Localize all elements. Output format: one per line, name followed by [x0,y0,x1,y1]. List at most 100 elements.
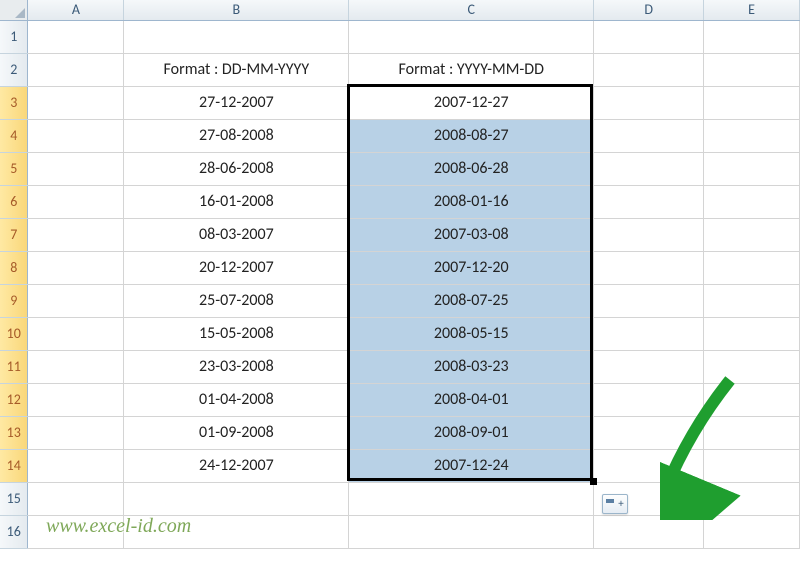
cell-A15[interactable] [28,482,124,515]
row-header-12[interactable]: 12 [0,383,28,416]
cell-E1[interactable] [704,20,800,53]
cell-E15[interactable] [704,482,800,515]
cell-D12[interactable] [594,383,704,416]
cell-B14[interactable]: 24-12-2007 [124,449,349,482]
cell-A11[interactable] [28,350,124,383]
cell-E2[interactable] [704,53,800,86]
cell-C8[interactable]: 2007-12-20 [349,251,594,284]
cell-D8[interactable] [594,251,704,284]
cell-C4[interactable]: 2008-08-27 [349,119,594,152]
row-header-15[interactable]: 15 [0,482,28,515]
row-header-9[interactable]: 9 [0,284,28,317]
row-header-13[interactable]: 13 [0,416,28,449]
row-header-7[interactable]: 7 [0,218,28,251]
cell-E10[interactable] [704,317,800,350]
cell-C5[interactable]: 2008-06-28 [349,152,594,185]
cell-C14[interactable]: 2007-12-24 [349,449,594,482]
cell-B9[interactable]: 25-07-2008 [124,284,349,317]
cell-C13[interactable]: 2008-09-01 [349,416,594,449]
cell-A2[interactable] [28,53,124,86]
cell-D13[interactable] [594,416,704,449]
cell-E16[interactable] [704,515,800,548]
cell-E9[interactable] [704,284,800,317]
cell-B4[interactable]: 27-08-2008 [124,119,349,152]
cell-E3[interactable] [704,86,800,119]
cell-D14[interactable] [594,449,704,482]
cell-B12[interactable]: 01-04-2008 [124,383,349,416]
row-header-8[interactable]: 8 [0,251,28,284]
row-header-1[interactable]: 1 [0,20,28,53]
cell-C11[interactable]: 2008-03-23 [349,350,594,383]
row-header-3[interactable]: 3 [0,86,28,119]
cell-B15[interactable] [124,482,349,515]
cell-A16[interactable] [28,515,124,548]
cell-B1[interactable] [124,20,349,53]
col-header-E[interactable]: E [704,0,800,20]
cell-E4[interactable] [704,119,800,152]
cell-E13[interactable] [704,416,800,449]
cell-D10[interactable] [594,317,704,350]
row-header-5[interactable]: 5 [0,152,28,185]
row-header-11[interactable]: 11 [0,350,28,383]
fill-handle[interactable] [590,478,597,485]
autofill-options-button[interactable] [602,494,628,514]
cell-B5[interactable]: 28-06-2008 [124,152,349,185]
row-header-16[interactable]: 16 [0,515,28,548]
cell-D1[interactable] [594,20,704,53]
row-header-14[interactable]: 14 [0,449,28,482]
cell-A3[interactable] [28,86,124,119]
cell-D9[interactable] [594,284,704,317]
cell-C10[interactable]: 2008-05-15 [349,317,594,350]
cell-D3[interactable] [594,86,704,119]
col-header-D[interactable]: D [594,0,704,20]
cell-B8[interactable]: 20-12-2007 [124,251,349,284]
cell-A14[interactable] [28,449,124,482]
cell-B7[interactable]: 08-03-2007 [124,218,349,251]
cell-A4[interactable] [28,119,124,152]
cell-E12[interactable] [704,383,800,416]
cell-A8[interactable] [28,251,124,284]
cell-C7[interactable]: 2007-03-08 [349,218,594,251]
cell-D6[interactable] [594,185,704,218]
cell-E7[interactable] [704,218,800,251]
cell-A13[interactable] [28,416,124,449]
cell-C9[interactable]: 2008-07-25 [349,284,594,317]
cell-A12[interactable] [28,383,124,416]
cell-D2[interactable] [594,53,704,86]
cell-B2[interactable]: Format : DD-MM-YYYY [124,53,349,86]
cell-D11[interactable] [594,350,704,383]
cell-B13[interactable]: 01-09-2008 [124,416,349,449]
cell-E8[interactable] [704,251,800,284]
cell-C6[interactable]: 2008-01-16 [349,185,594,218]
row-header-10[interactable]: 10 [0,317,28,350]
col-header-C[interactable]: C [349,0,594,20]
col-header-A[interactable]: A [28,0,124,20]
cell-C3[interactable]: 2007-12-27 [349,86,594,119]
col-header-B[interactable]: B [124,0,349,20]
cell-A9[interactable] [28,284,124,317]
cell-A1[interactable] [28,20,124,53]
cell-A10[interactable] [28,317,124,350]
cell-D16[interactable] [594,515,704,548]
cell-E6[interactable] [704,185,800,218]
cell-D4[interactable] [594,119,704,152]
row-header-4[interactable]: 4 [0,119,28,152]
cell-B16[interactable] [124,515,349,548]
cell-C15[interactable] [349,482,594,515]
row-header-2[interactable]: 2 [0,53,28,86]
cell-B10[interactable]: 15-05-2008 [124,317,349,350]
cell-E14[interactable] [704,449,800,482]
select-all-corner[interactable] [0,0,28,20]
cell-C16[interactable] [349,515,594,548]
cell-A7[interactable] [28,218,124,251]
spreadsheet-grid[interactable]: A B C D E 12Format : DD-MM-YYYYFormat : … [0,0,800,549]
cell-A5[interactable] [28,152,124,185]
cell-D5[interactable] [594,152,704,185]
cell-C12[interactable]: 2008-04-01 [349,383,594,416]
cell-B11[interactable]: 23-03-2008 [124,350,349,383]
cell-B6[interactable]: 16-01-2008 [124,185,349,218]
cell-E5[interactable] [704,152,800,185]
cell-D7[interactable] [594,218,704,251]
cell-C1[interactable] [349,20,594,53]
cell-E11[interactable] [704,350,800,383]
